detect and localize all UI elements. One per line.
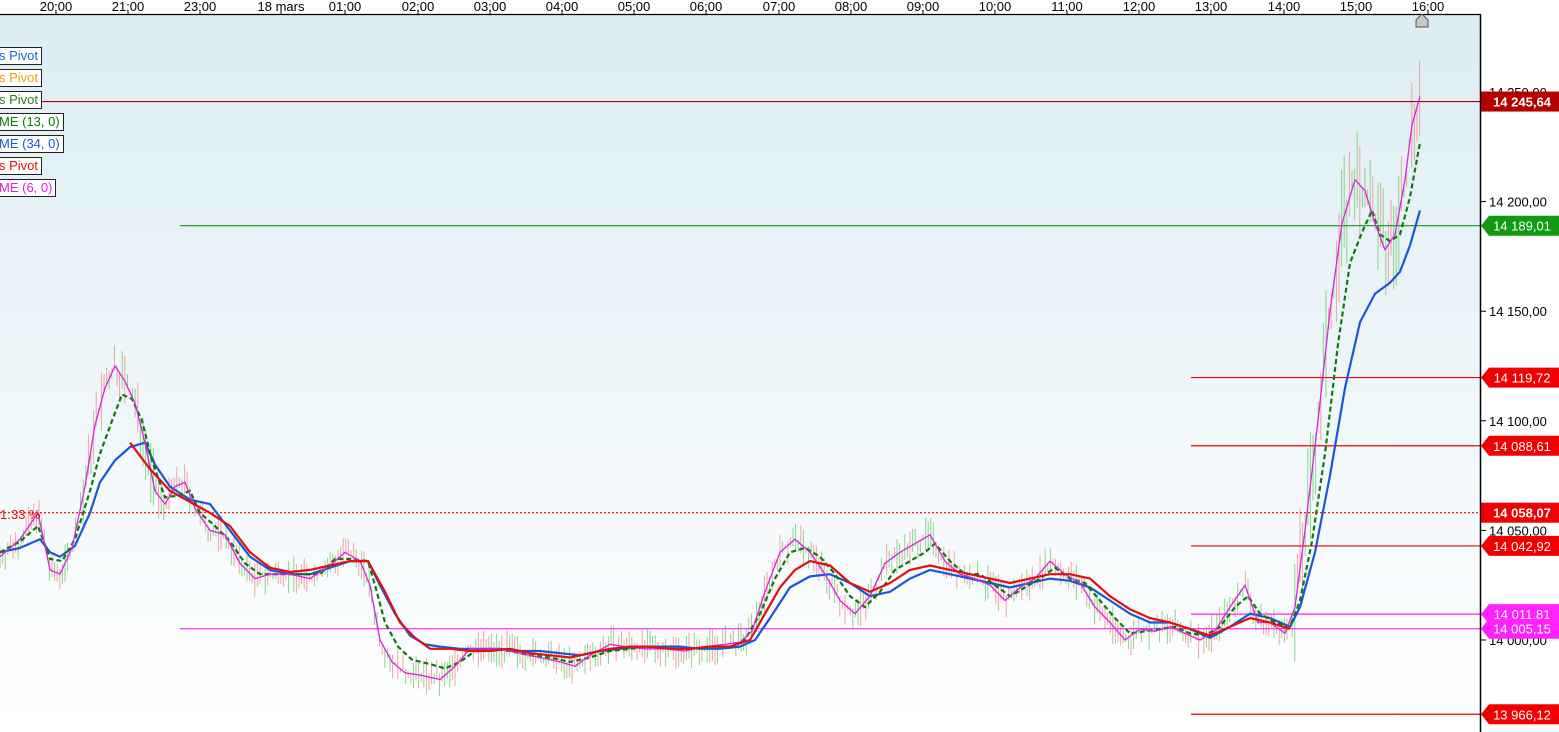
time-axis: 20:00 21:00 23:00 18 mars 01:00 02:00 03:00 04:…	[40, 0, 1444, 15]
price-tag: 13 966,12	[1481, 704, 1559, 725]
price-tag-label: 14 058,07	[1493, 506, 1551, 521]
legend-entry[interactable]: ME (13, 0)	[0, 113, 64, 131]
chart-svg[interactable]: 20:00 21:00 23:00 18 mars 01:00 02:00 03:00 04:…	[0, 0, 1559, 732]
price-tick-label: 14 200,00	[1489, 195, 1547, 210]
price-tag-label: 14 042,92	[1493, 539, 1551, 554]
percent-annotation: 1.33 %	[0, 507, 41, 522]
price-tag: 14 042,92	[1481, 535, 1559, 556]
price-tick-label: 14 150,00	[1489, 304, 1547, 319]
legend-entry[interactable]: s Pivot	[0, 47, 43, 65]
price-tag: 14 245,64	[1481, 91, 1559, 112]
price-tag: 14 005,15	[1481, 618, 1559, 639]
legend-entry[interactable]: s Pivot	[0, 69, 43, 87]
legend-entry[interactable]: s Pivot	[0, 91, 43, 109]
price-tag: 14 058,07	[1481, 502, 1559, 523]
price-tag-label: 14 088,61	[1493, 439, 1551, 454]
price-tag-label: 14 189,01	[1493, 219, 1551, 234]
price-tag-label: 14 119,72	[1494, 371, 1551, 386]
price-tag-label: 14 245,64	[1493, 95, 1552, 110]
legend-entry[interactable]: s Pivot	[0, 157, 43, 175]
price-tag-label: 13 966,12	[1493, 707, 1551, 722]
price-tag: 14 189,01	[1481, 215, 1559, 236]
price-tag: 14 088,61	[1481, 435, 1559, 456]
legend-entry[interactable]: ME (6, 0)	[0, 179, 57, 197]
legend-entry[interactable]: ME (34, 0)	[0, 135, 64, 153]
price-tag-label: 14 005,15	[1493, 622, 1551, 637]
price-tag: 14 119,72	[1481, 367, 1559, 388]
chart-root: 20:00 21:00 23:00 18 mars 01:00 02:00 03:00 04:…	[0, 0, 1559, 732]
price-tick-label: 14 100,00	[1489, 414, 1547, 429]
